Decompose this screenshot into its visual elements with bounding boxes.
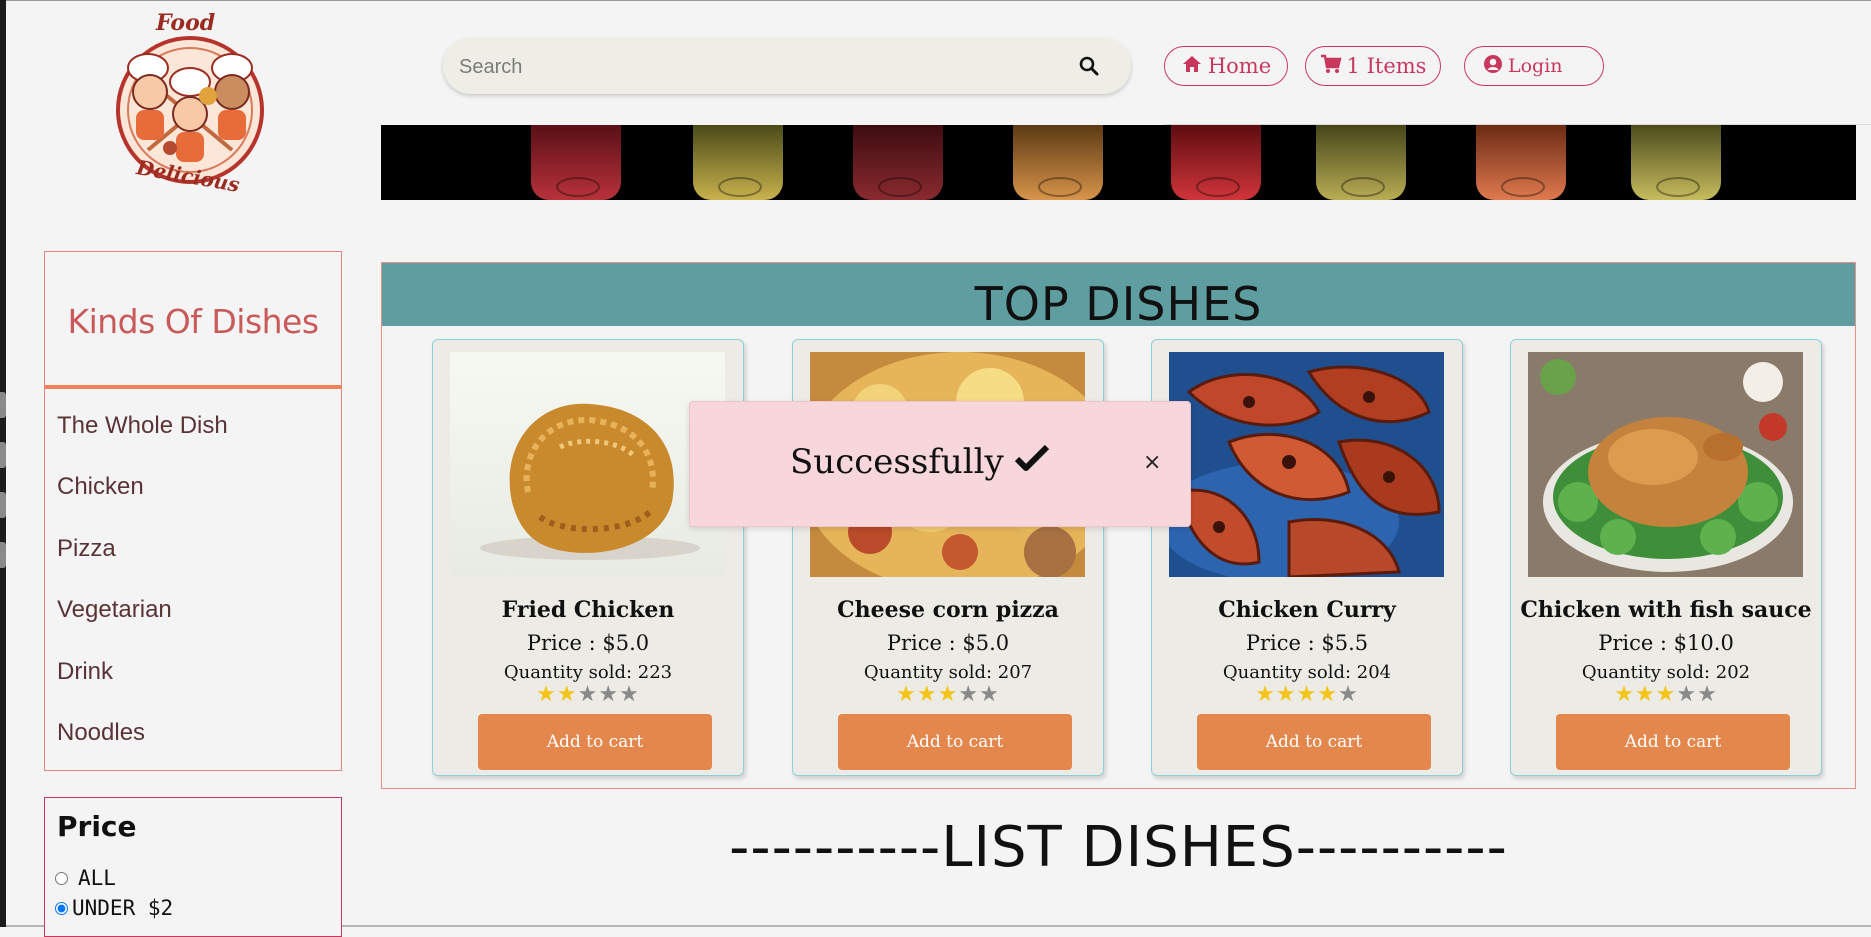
dish-quantity-sold: Quantity sold: 204 xyxy=(1222,662,1392,683)
dish-price: Price : $5.0 xyxy=(526,631,650,655)
check-icon xyxy=(1014,442,1050,482)
toast-message: Successfully xyxy=(790,442,1004,482)
price-filter-title: Price xyxy=(57,810,137,843)
dish-rating: ★★★★★ xyxy=(1152,682,1462,707)
star-filled-icon: ★ xyxy=(1655,682,1677,707)
category-chicken[interactable]: Chicken xyxy=(57,473,144,501)
chicken-curry-image[interactable] xyxy=(1169,352,1444,577)
dish-rating: ★★★★★ xyxy=(433,682,743,707)
add-to-cart-button[interactable]: Add to cart xyxy=(478,714,712,770)
category-the-whole-dish[interactable]: The Whole Dish xyxy=(57,412,228,440)
star-filled-icon: ★ xyxy=(536,682,557,707)
price-filter-panel: Price ALL UNDER $2 xyxy=(44,797,342,937)
dish-price: Price : $10.0 xyxy=(1598,631,1734,655)
site-logo[interactable]: Food Delicious xyxy=(110,10,270,197)
dish-categories-panel: Kinds Of Dishes The Whole Dish Chicken P… xyxy=(44,251,342,771)
dish-quantity-sold: Quantity sold: 202 xyxy=(1581,662,1751,683)
close-icon[interactable]: × xyxy=(1143,450,1161,475)
cart-icon xyxy=(1320,54,1342,79)
search-icon[interactable] xyxy=(1077,54,1101,78)
top-dishes-title: TOP DISHES xyxy=(974,277,1263,331)
star-empty-icon: ★ xyxy=(598,682,620,707)
dish-rating: ★★★★★ xyxy=(793,682,1103,707)
dish-name: Cheese corn pizza xyxy=(837,597,1059,623)
dish-price: Price : $5.0 xyxy=(886,631,1010,655)
list-dishes-title: ----------LIST DISHES---------- xyxy=(729,815,1508,880)
star-filled-icon: ★ xyxy=(1317,682,1339,707)
login-button[interactable]: Login xyxy=(1464,46,1604,86)
star-filled-icon: ★ xyxy=(556,682,578,707)
price-option-all[interactable]: ALL xyxy=(55,866,116,890)
add-to-cart-button[interactable]: Add to cart xyxy=(1197,714,1431,770)
success-toast: Successfully × xyxy=(689,401,1191,527)
add-to-cart-button[interactable]: Add to cart xyxy=(838,714,1072,770)
star-filled-icon: ★ xyxy=(937,682,959,707)
star-empty-icon: ★ xyxy=(577,682,599,707)
dish-quantity-sold: Quantity sold: 223 xyxy=(503,662,673,683)
home-label: Home xyxy=(1207,54,1272,78)
home-icon xyxy=(1181,54,1203,79)
dish-card: Chicken with fish sauce Price : $10.0 Qu… xyxy=(1510,339,1822,776)
star-filled-icon: ★ xyxy=(896,682,917,707)
price-option-all-label: ALL xyxy=(78,866,116,890)
category-drink[interactable]: Drink xyxy=(57,658,113,686)
dish-price: Price : $5.5 xyxy=(1245,631,1369,655)
star-filled-icon: ★ xyxy=(1275,682,1297,707)
user-circle-icon xyxy=(1483,54,1503,79)
logo-text-top: Food xyxy=(156,10,216,36)
star-empty-icon: ★ xyxy=(619,682,640,707)
category-noodles[interactable]: Noodles xyxy=(57,719,145,747)
dish-name: Chicken Curry xyxy=(1218,597,1396,623)
dish-name: Chicken with fish sauce xyxy=(1520,597,1812,623)
star-filled-icon: ★ xyxy=(1296,682,1318,707)
fried-chicken-image[interactable] xyxy=(450,352,725,577)
top-divider xyxy=(6,0,1871,1)
price-option-under-2[interactable]: UNDER $2 xyxy=(55,896,173,920)
price-radio-all[interactable] xyxy=(55,871,68,885)
categories-title: Kinds Of Dishes xyxy=(67,302,319,341)
category-pizza[interactable]: Pizza xyxy=(57,535,116,563)
dish-card: Chicken Curry Price : $5.5 Quantity sold… xyxy=(1151,339,1463,776)
drinks-banner xyxy=(381,125,1856,200)
toast-message-row: Successfully xyxy=(790,442,1050,482)
price-radio-under-2[interactable] xyxy=(55,901,68,915)
search-bar xyxy=(443,38,1131,94)
star-filled-icon: ★ xyxy=(1614,682,1635,707)
dish-rating: ★★★★★ xyxy=(1511,682,1821,707)
star-empty-icon: ★ xyxy=(979,682,1000,707)
price-option-under-2-label: UNDER $2 xyxy=(72,896,174,920)
dish-name: Fried Chicken xyxy=(501,597,675,623)
home-button[interactable]: Home xyxy=(1164,46,1288,86)
star-filled-icon: ★ xyxy=(1634,682,1656,707)
category-vegetarian[interactable]: Vegetarian xyxy=(57,596,172,624)
add-to-cart-button[interactable]: Add to cart xyxy=(1556,714,1790,770)
categories-divider xyxy=(45,385,341,389)
search-input[interactable] xyxy=(457,48,1061,86)
cart-button[interactable]: 1 Items xyxy=(1305,46,1441,86)
cart-label: 1 Items xyxy=(1346,54,1427,78)
chicken-with-fish-sauce-image[interactable] xyxy=(1528,352,1803,577)
star-empty-icon: ★ xyxy=(1697,682,1718,707)
dish-quantity-sold: Quantity sold: 207 xyxy=(863,662,1033,683)
star-empty-icon: ★ xyxy=(1676,682,1698,707)
star-filled-icon: ★ xyxy=(1255,682,1276,707)
top-dishes-header: TOP DISHES xyxy=(382,263,1855,331)
login-label: Login xyxy=(1508,55,1563,77)
star-empty-icon: ★ xyxy=(1338,682,1359,707)
star-empty-icon: ★ xyxy=(958,682,980,707)
star-filled-icon: ★ xyxy=(916,682,938,707)
